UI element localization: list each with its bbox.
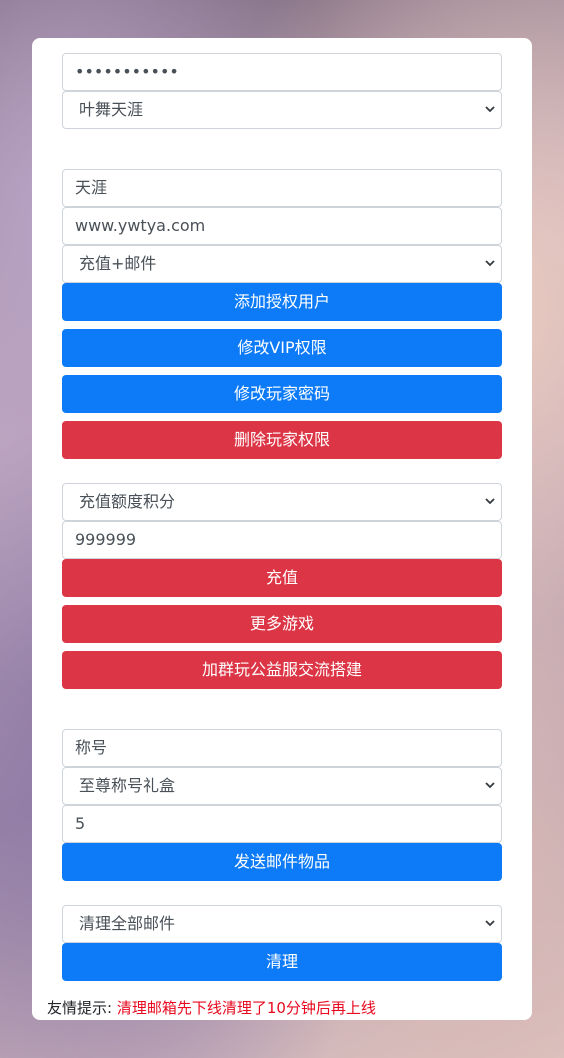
modify-player-password-button[interactable]: 修改玩家密码 xyxy=(62,375,502,413)
chevron-down-icon xyxy=(485,106,495,113)
mail-item-select[interactable]: 至尊称号礼盒 xyxy=(62,767,502,805)
site-input[interactable]: www.ywtya.com xyxy=(62,207,502,245)
delete-player-permission-button[interactable]: 删除玩家权限 xyxy=(62,421,502,459)
username-input[interactable]: 天涯 xyxy=(62,169,502,207)
mail-title-input[interactable]: 称号 xyxy=(62,729,502,767)
mail-quantity-input[interactable]: 5 xyxy=(62,805,502,843)
tip-prefix: 友情提示: xyxy=(47,999,117,1017)
recharge-button[interactable]: 充值 xyxy=(62,559,502,597)
permission-select-value: 充值+邮件 xyxy=(79,254,157,273)
mail-quantity-value: 5 xyxy=(75,814,86,833)
modify-vip-button[interactable]: 修改VIP权限 xyxy=(62,329,502,367)
send-mail-items-button[interactable]: 发送邮件物品 xyxy=(62,843,502,881)
add-authorized-user-button[interactable]: 添加授权用户 xyxy=(62,283,502,321)
join-group-button[interactable]: 加群玩公益服交流搭建 xyxy=(62,651,502,689)
chevron-down-icon xyxy=(485,920,495,927)
server-select[interactable]: 叶舞天涯 xyxy=(62,91,502,129)
username-value: 天涯 xyxy=(75,178,108,197)
clean-mode-value: 清理全部邮件 xyxy=(79,914,176,933)
tip-message: 清理邮箱先下线清理了10分钟后再上线 xyxy=(116,999,376,1017)
chevron-down-icon xyxy=(485,782,495,789)
clean-button[interactable]: 清理 xyxy=(62,943,502,981)
recharge-type-select[interactable]: 充值额度积分 xyxy=(62,483,502,521)
password-input[interactable]: ••••••••••• xyxy=(62,53,502,91)
more-games-button[interactable]: 更多游戏 xyxy=(62,605,502,643)
permission-select[interactable]: 充值+邮件 xyxy=(62,245,502,283)
recharge-amount-input[interactable]: 999999 xyxy=(62,521,502,559)
recharge-amount-value: 999999 xyxy=(75,530,137,549)
friendly-tip: 友情提示: 清理邮箱先下线清理了10分钟后再上线 xyxy=(47,997,376,1018)
password-value: ••••••••••• xyxy=(75,62,179,81)
mail-item-value: 至尊称号礼盒 xyxy=(79,776,176,795)
recharge-type-value: 充值额度积分 xyxy=(79,492,176,511)
admin-panel-card: ••••••••••• 叶舞天涯 天涯 www.ywtya.com 充值+邮件 … xyxy=(32,38,532,1020)
server-select-value: 叶舞天涯 xyxy=(79,100,144,119)
chevron-down-icon xyxy=(485,498,495,505)
mail-title-value: 称号 xyxy=(75,738,108,757)
clean-mode-select[interactable]: 清理全部邮件 xyxy=(62,905,502,943)
chevron-down-icon xyxy=(485,260,495,267)
site-value: www.ywtya.com xyxy=(75,216,206,235)
